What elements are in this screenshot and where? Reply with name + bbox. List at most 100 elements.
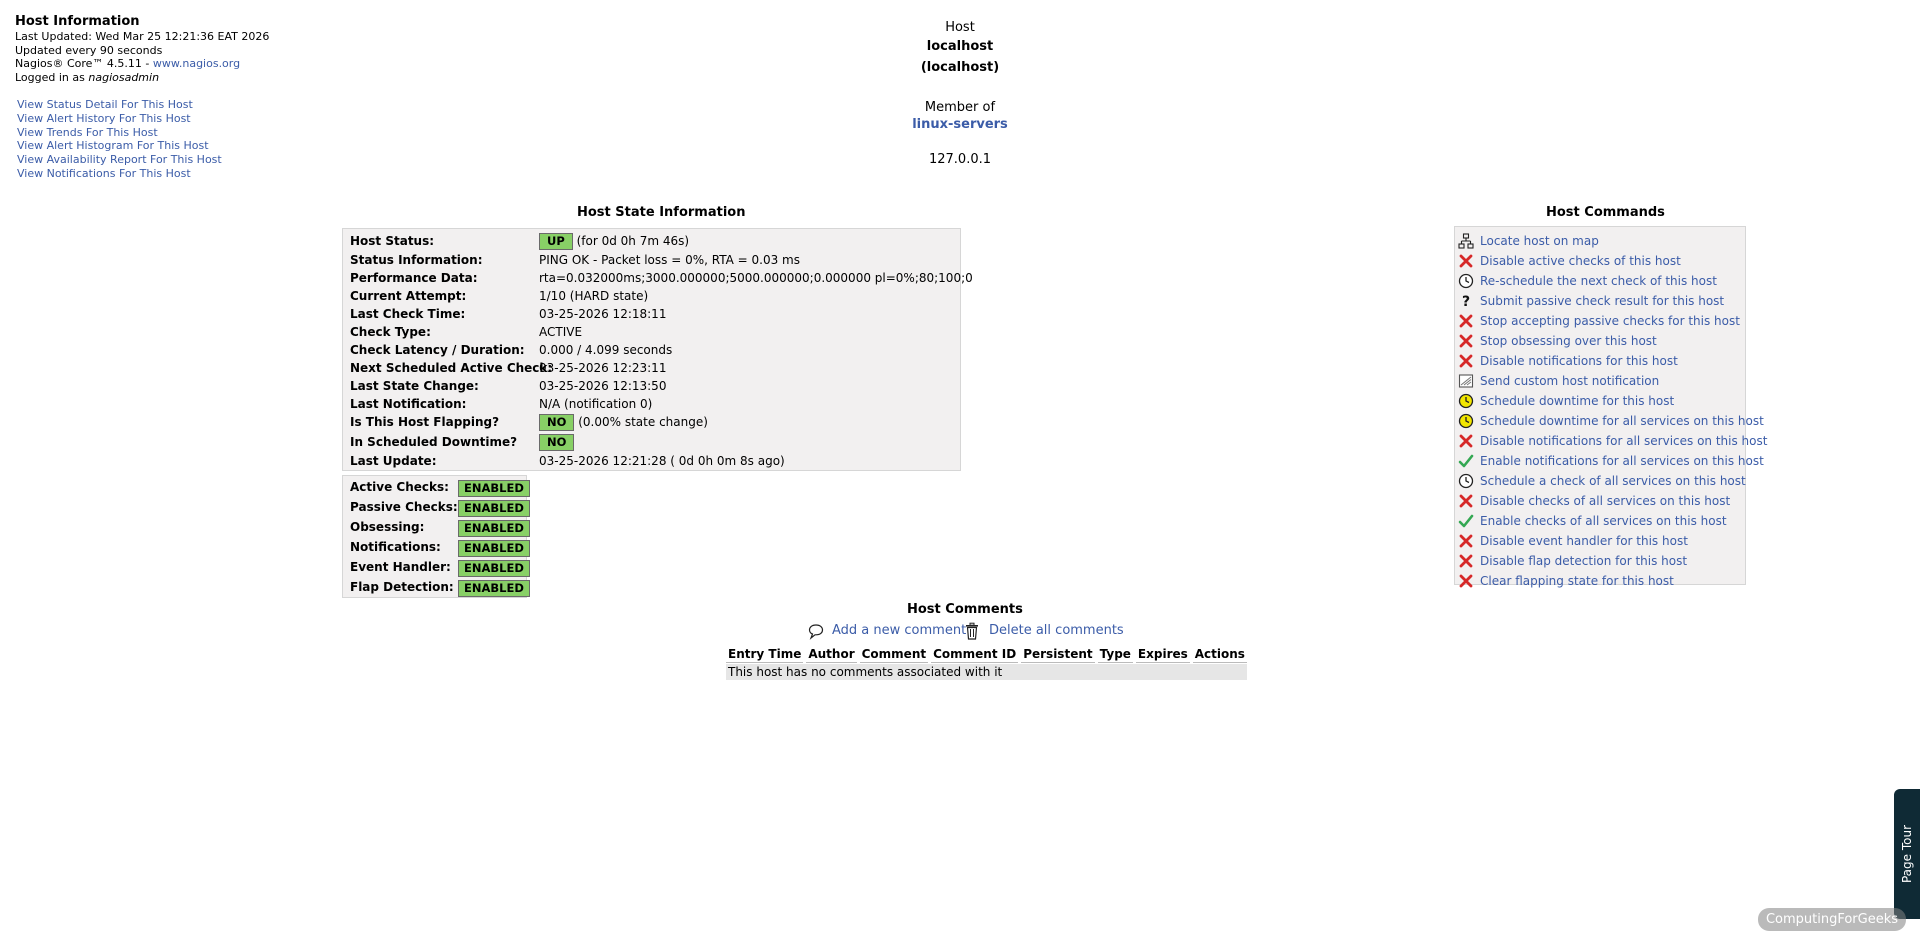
check-type-label: Check Type: <box>350 325 431 339</box>
last-check-label: Last Check Time: <box>350 307 466 321</box>
red-x-icon <box>1458 493 1474 509</box>
last-updated: Last Updated: Wed Mar 25 12:21:36 EAT 20… <box>15 30 270 43</box>
nagios-link[interactable]: www.nagios.org <box>153 57 240 70</box>
clock-icon <box>1458 473 1474 489</box>
flapping-label: Is This Host Flapping? <box>350 415 500 429</box>
host-label: Host <box>945 20 975 35</box>
downtime-label: In Scheduled Downtime? <box>350 435 518 449</box>
page-tour-button[interactable]: Page Tour <box>1894 789 1920 919</box>
next-check-value: 03-25-2026 12:23:11 <box>539 361 667 375</box>
red-x-icon <box>1458 433 1474 449</box>
host-command-link[interactable]: Schedule a check of all services on this… <box>1480 472 1746 490</box>
check-label: Passive Checks: <box>350 500 458 514</box>
last-check-value: 03-25-2026 12:18:11 <box>539 307 667 321</box>
red-x-icon <box>1458 553 1474 569</box>
red-x-icon <box>1458 353 1474 369</box>
state-section-title: Host State Information <box>577 205 746 220</box>
host-command-link[interactable]: Disable checks of all services on this h… <box>1480 492 1730 510</box>
check-label: Notifications: <box>350 540 441 554</box>
page-title: Host Information <box>15 14 140 29</box>
host-alias: (localhost) <box>920 60 1000 75</box>
host-command-link[interactable]: Clear flapping state for this host <box>1480 572 1674 590</box>
enabled-badge: ENABLED <box>458 560 530 577</box>
clock-icon <box>1458 273 1474 289</box>
host-links: View Status Detail For This Host View Al… <box>17 98 222 181</box>
flapping-badge: NO <box>539 414 575 431</box>
view-status-detail-link[interactable]: View Status Detail For This Host <box>17 98 193 111</box>
state-change-label: Last State Change: <box>350 379 479 393</box>
check-label: Flap Detection: <box>350 580 454 594</box>
notification-icon <box>1458 373 1474 389</box>
host-command-link[interactable]: Disable notifications for all services o… <box>1480 432 1767 450</box>
host-header: Host localhost (localhost) Member of lin… <box>900 19 1020 168</box>
last-update-value: 03-25-2026 12:21:28 ( 0d 0h 0m 8s ago) <box>539 454 785 468</box>
host-command-link[interactable]: Re-schedule the next check of this host <box>1480 272 1717 290</box>
view-alert-history-link[interactable]: View Alert History For This Host <box>17 112 191 125</box>
host-command-link[interactable]: Disable event handler for this host <box>1480 532 1688 550</box>
yellow-clock-icon <box>1458 393 1474 409</box>
view-notifications-link[interactable]: View Notifications For This Host <box>17 167 191 180</box>
host-command-link[interactable]: Stop accepting passive checks for this h… <box>1480 312 1740 330</box>
col-comment: Comment <box>859 647 929 663</box>
col-actions: Actions <box>1192 647 1247 663</box>
network-map-icon <box>1458 233 1474 249</box>
latency-value: 0.000 / 4.099 seconds <box>539 343 673 357</box>
delete-all-comments-link[interactable]: Delete all comments <box>989 623 1124 638</box>
logged-in-line: Logged in as nagiosadmin <box>15 71 269 85</box>
username: nagiosadmin <box>88 70 160 84</box>
host-command-link[interactable]: Disable notifications for this host <box>1480 352 1678 370</box>
host-command-link[interactable]: Disable active checks of this host <box>1480 252 1681 270</box>
trash-icon <box>964 622 980 640</box>
enabled-badge: ENABLED <box>458 540 530 557</box>
enabled-badge: ENABLED <box>458 480 530 497</box>
view-trends-link[interactable]: View Trends For This Host <box>17 126 158 139</box>
red-x-icon <box>1458 333 1474 349</box>
check-type-value: ACTIVE <box>539 325 583 339</box>
host-group-link[interactable]: linux-servers <box>912 117 1008 132</box>
page-tour-label: Page Tour <box>1900 824 1914 884</box>
status-info-label: Status Information: <box>350 253 483 267</box>
flapping-pct: (0.00% state change) <box>578 415 708 429</box>
view-availability-link[interactable]: View Availability Report For This Host <box>17 153 222 166</box>
last-notification-label: Last Notification: <box>350 397 467 411</box>
green-check-icon <box>1458 453 1474 469</box>
status-duration: (for 0d 0h 7m 46s) <box>576 234 690 248</box>
comments-header-row: Entry Time Author Comment Comment ID Per… <box>726 646 1247 663</box>
version-text: Nagios® Core™ 4.5.11 - <box>15 57 153 70</box>
host-command-link[interactable]: Locate host on map <box>1480 232 1599 250</box>
downtime-badge: NO <box>539 434 575 451</box>
host-command-link[interactable]: Submit passive check result for this hos… <box>1480 292 1724 310</box>
table-row: This host has no comments associated wit… <box>726 664 1247 680</box>
watermark: ComputingForGeeks <box>1758 908 1906 931</box>
comments-table: Entry Time Author Comment Comment ID Per… <box>723 645 1250 681</box>
version-line: Nagios® Core™ 4.5.11 - www.nagios.org <box>15 57 269 71</box>
red-x-icon <box>1458 313 1474 329</box>
host-command-link[interactable]: Enable checks of all services on this ho… <box>1480 512 1727 530</box>
host-command-link[interactable]: Send custom host notification <box>1480 372 1659 390</box>
check-label: Active Checks: <box>350 480 449 494</box>
question-icon: ? <box>1458 293 1474 309</box>
no-comments-message: This host has no comments associated wit… <box>726 664 1247 680</box>
latency-label: Check Latency / Duration: <box>350 343 525 357</box>
red-x-icon <box>1458 533 1474 549</box>
speech-bubble-icon <box>808 622 824 640</box>
host-commands-panel: Locate host on map Disable active checks … <box>1454 226 1767 588</box>
perf-label: Performance Data: <box>350 271 478 285</box>
col-persistent: Persistent <box>1021 647 1095 663</box>
host-command-link[interactable]: Schedule downtime for this host <box>1480 392 1674 410</box>
perf-value: rta=0.032000ms;3000.000000;5000.000000;0… <box>539 271 973 285</box>
add-comment-link[interactable]: Add a new comment <box>832 623 966 638</box>
host-state-panel: Host Status: UP (for 0d 0h 7m 46s) Status… <box>342 228 973 471</box>
green-check-icon <box>1458 513 1474 529</box>
host-command-link[interactable]: Stop obsessing over this host <box>1480 332 1657 350</box>
view-alert-histogram-link[interactable]: View Alert Histogram For This Host <box>17 139 209 152</box>
col-type: Type <box>1097 647 1133 663</box>
host-info-header: Host Information Last Updated: Wed Mar 2… <box>15 14 269 84</box>
host-command-link[interactable]: Schedule downtime for all services on th… <box>1480 412 1764 430</box>
host-status-label: Host Status: <box>350 234 435 248</box>
member-of-label: Member of <box>924 100 996 115</box>
host-command-link[interactable]: Enable notifications for all services on… <box>1480 452 1764 470</box>
host-command-link[interactable]: Disable flap detection for this host <box>1480 552 1687 570</box>
comments-section-title: Host Comments <box>907 602 1023 617</box>
host-address: 127.0.0.1 <box>928 152 992 167</box>
